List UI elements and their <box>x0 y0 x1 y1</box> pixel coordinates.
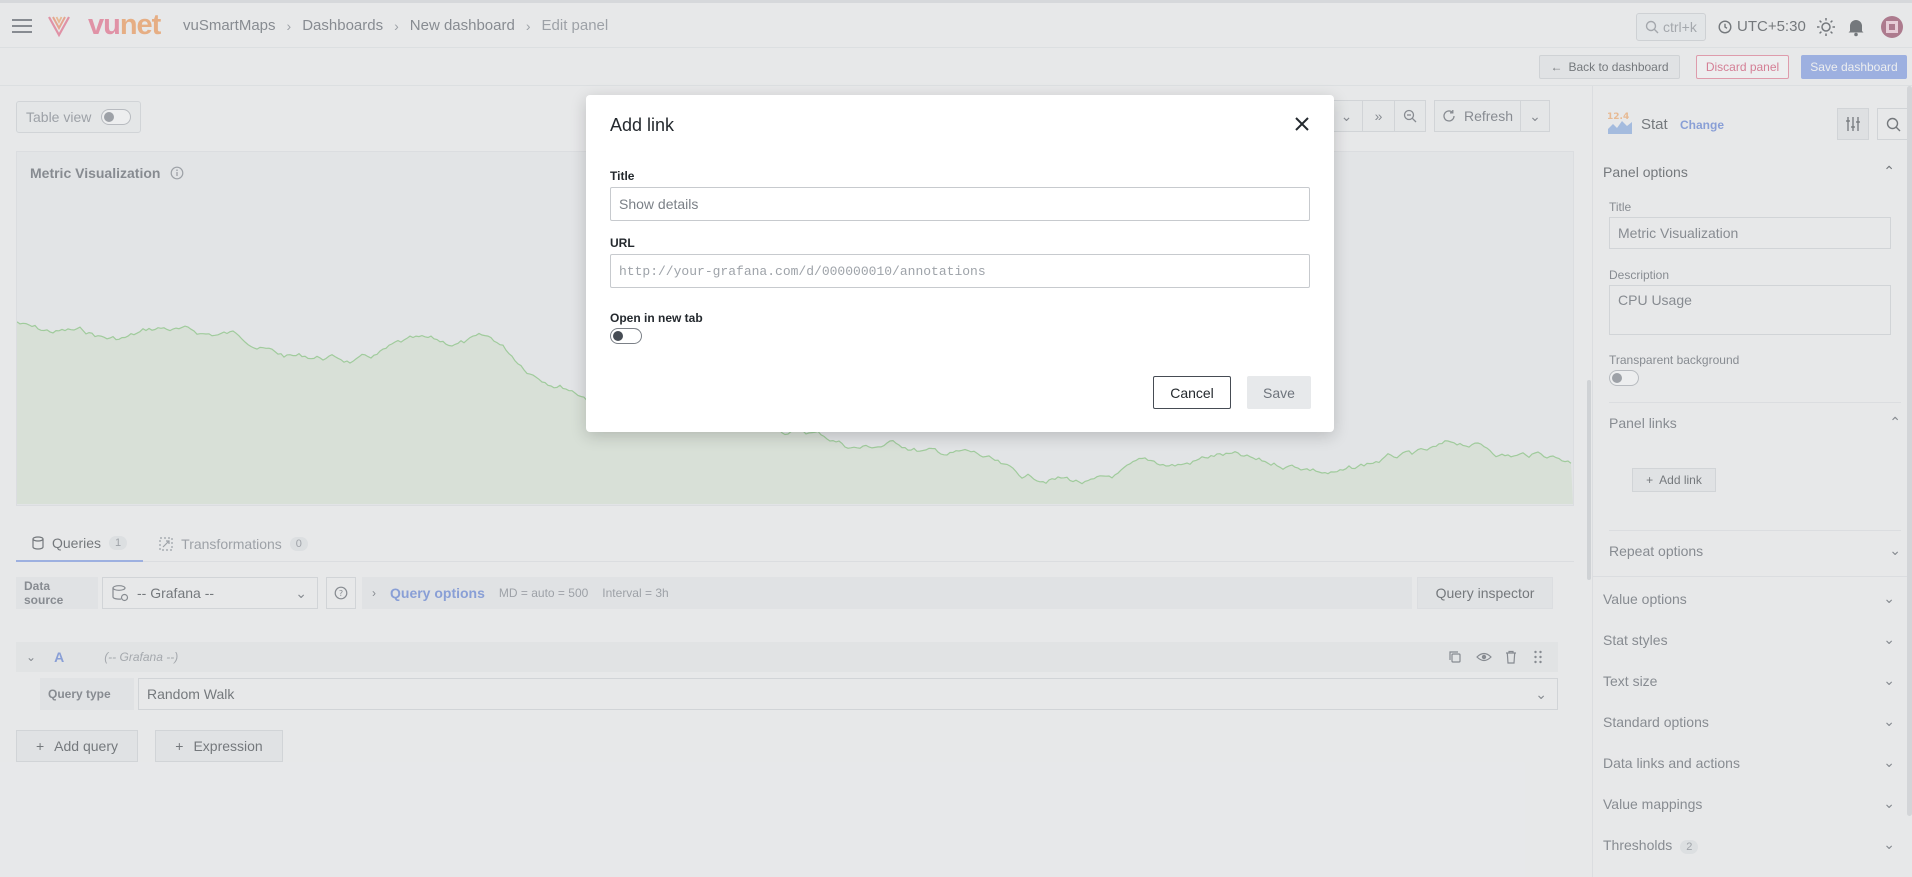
close-icon[interactable] <box>1292 114 1312 134</box>
link-title-input[interactable]: Show details <box>610 187 1310 221</box>
open-new-tab-label: Open in new tab <box>610 311 703 325</box>
save-link-button[interactable]: Save <box>1247 376 1311 409</box>
modal-title: Add link <box>610 115 675 135</box>
open-new-tab-switch[interactable] <box>610 328 642 344</box>
link-url-input[interactable]: http://your-grafana.com/d/000000010/anno… <box>610 254 1310 288</box>
link-url-label: URL <box>610 236 635 250</box>
add-link-modal: Add link Title Show details URL http://y… <box>586 95 1334 432</box>
cancel-button[interactable]: Cancel <box>1153 376 1231 409</box>
link-title-label: Title <box>610 169 635 183</box>
